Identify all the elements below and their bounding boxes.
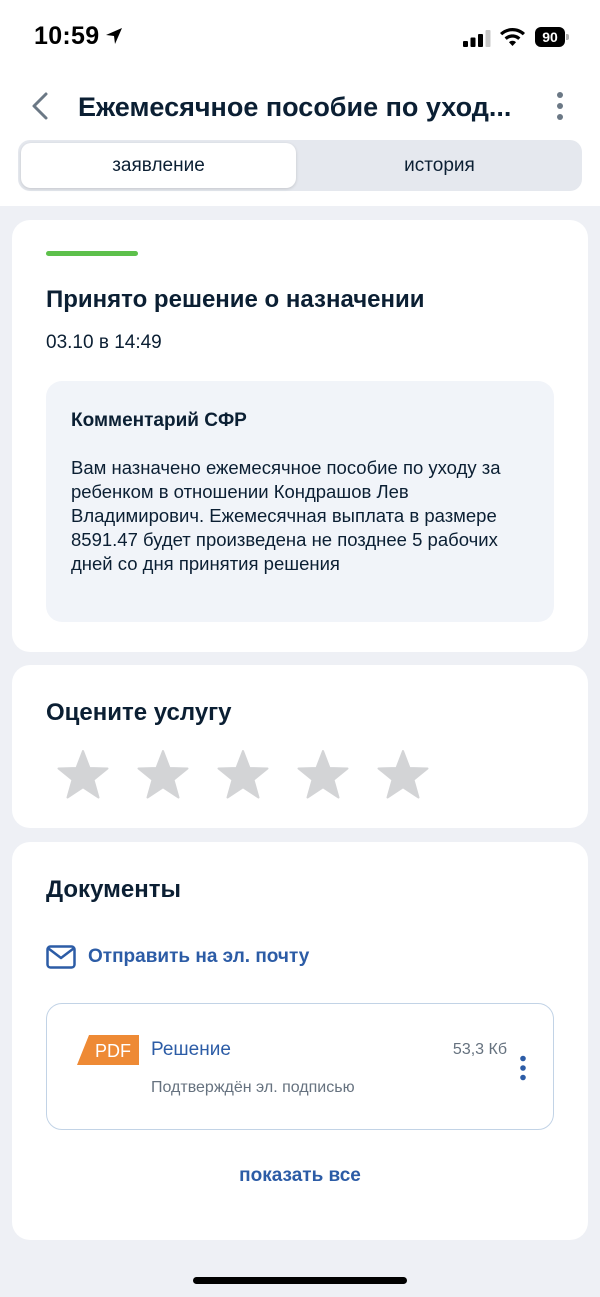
document-name[interactable]: Решение <box>151 1039 231 1061</box>
segmented-tabs: заявление история <box>18 140 582 191</box>
status-time: 10:59 <box>34 22 100 50</box>
star-icon[interactable] <box>136 749 190 801</box>
tab-history[interactable]: история <box>300 143 579 188</box>
documents-title: Документы <box>46 876 181 903</box>
star-icon[interactable] <box>296 749 350 801</box>
document-more-icon[interactable] <box>517 1055 529 1081</box>
rating-title: Оцените услугу <box>46 699 232 726</box>
status-date: 03.10 в 14:49 <box>46 332 162 353</box>
location-arrow-icon <box>106 28 122 44</box>
wifi-icon <box>500 28 525 46</box>
pdf-file-icon: PDF <box>77 1035 139 1065</box>
send-email-link[interactable]: Отправить на эл. почту <box>88 946 309 968</box>
pdf-badge-label: PDF <box>95 1041 131 1061</box>
screen: 10:59 90 Ежемесячное пособие по уход... <box>0 0 600 1297</box>
star-icon[interactable] <box>216 749 270 801</box>
more-vertical-icon[interactable] <box>553 91 567 121</box>
comment-text: Вам назначено ежемесячное пособие по ухо… <box>71 457 501 574</box>
star-icon[interactable] <box>376 749 430 801</box>
status-accent-line <box>46 251 138 256</box>
home-indicator <box>193 1277 407 1284</box>
rating-card: Оцените услугу <box>12 665 588 828</box>
document-signature-note: Подтверждён эл. подписью <box>151 1079 355 1096</box>
status-title: Принято решение о назначении <box>46 286 425 313</box>
battery-indicator: 90 <box>535 27 569 47</box>
comment-title: Комментарий СФР <box>71 410 247 431</box>
cellular-signal-icon <box>463 30 491 47</box>
header: Ежемесячное пособие по уход... заявление… <box>0 76 600 206</box>
battery-level: 90 <box>535 27 565 47</box>
mail-icon[interactable] <box>46 945 76 969</box>
back-chevron-icon[interactable] <box>28 90 52 122</box>
star-icon[interactable] <box>56 749 110 801</box>
status-card: Принято решение о назначении 03.10 в 14:… <box>12 220 588 652</box>
comment-box: Комментарий СФР Вам назначено ежемесячно… <box>46 381 554 622</box>
battery-cap <box>566 34 569 40</box>
show-all-link[interactable]: показать все <box>12 1165 588 1187</box>
page-title: Ежемесячное пособие по уход... <box>78 92 512 122</box>
documents-card: Документы Отправить на эл. почту PDF Реш… <box>12 842 588 1240</box>
document-item[interactable]: PDF Решение 53,3 Кб Подтверждён эл. подп… <box>46 1003 554 1130</box>
document-size: 53,3 Кб <box>452 1041 507 1058</box>
status-bar: 10:59 90 <box>0 0 600 76</box>
tab-application[interactable]: заявление <box>21 143 296 188</box>
